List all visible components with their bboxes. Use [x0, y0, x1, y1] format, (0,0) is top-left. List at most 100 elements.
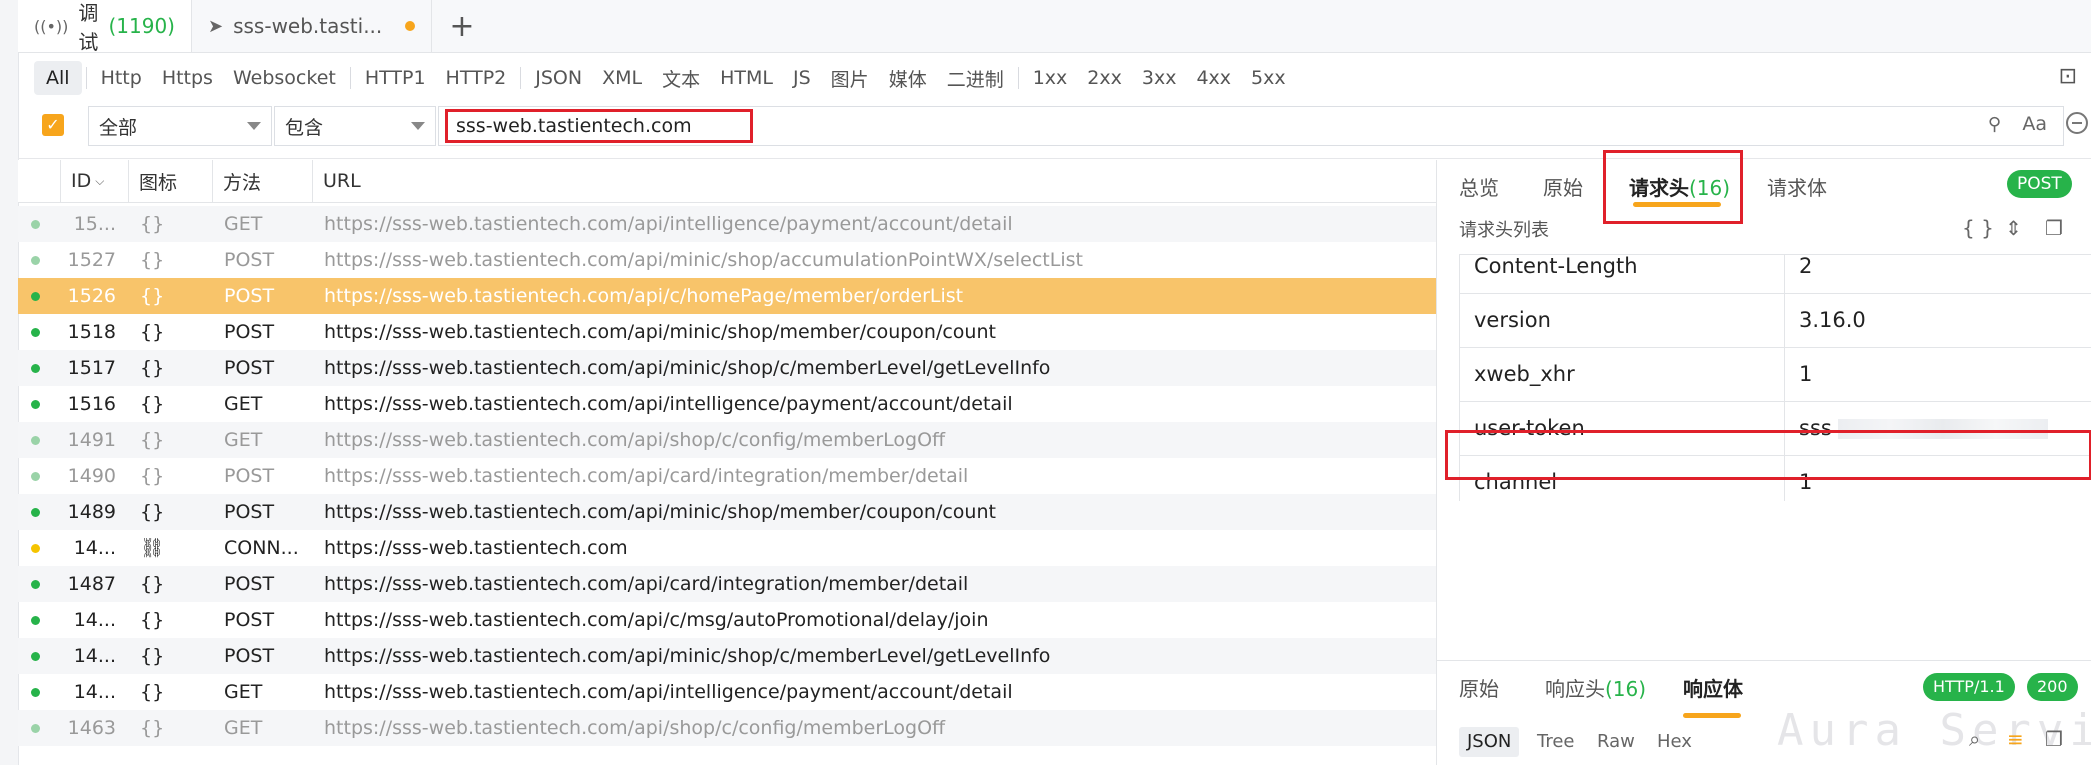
- format-tree[interactable]: Tree: [1537, 727, 1575, 757]
- filter-https[interactable]: Https: [152, 61, 223, 95]
- filter-1xx[interactable]: 1xx: [1023, 61, 1078, 95]
- filter-http2[interactable]: HTTP2: [436, 61, 517, 95]
- bookmark-icon[interactable]: ⊡: [2059, 64, 2077, 89]
- match-mode-select[interactable]: 包含: [274, 106, 436, 146]
- table-row[interactable]: 1526 {} POST https://sss-web.tastientech.co…: [18, 278, 1436, 314]
- row-method: GET: [224, 213, 263, 235]
- filter-3xx[interactable]: 3xx: [1132, 61, 1187, 95]
- status-dot: [31, 328, 40, 337]
- row-type-icon: {}: [140, 609, 165, 631]
- table-row[interactable]: 1490 {} POST https://sss-web.tastientech.co…: [18, 458, 1436, 494]
- tab-response-body[interactable]: 响应体: [1683, 673, 1743, 702]
- tab-response-raw[interactable]: 原始: [1459, 673, 1499, 702]
- tab-request-body[interactable]: 请求体: [1767, 170, 1827, 206]
- table-row[interactable]: 1489 {} POST https://sss-web.tastientech.co…: [18, 494, 1436, 530]
- search-input[interactable]: sss-web.tastientech.com ⚲ Aa: [438, 106, 2064, 146]
- expand-collapse-icon[interactable]: ⇕: [2005, 216, 2022, 240]
- column-url[interactable]: URL: [312, 160, 1436, 202]
- tab-response-headers[interactable]: 响应头(16): [1545, 673, 1646, 702]
- filter-4xx[interactable]: 4xx: [1186, 61, 1241, 95]
- table-row[interactable]: 1487 {} POST https://sss-web.tastientech.co…: [18, 566, 1436, 602]
- status-dot: [31, 508, 40, 517]
- table-row[interactable]: 1517 {} POST https://sss-web.tastientech.co…: [18, 350, 1436, 386]
- format-json[interactable]: JSON: [1459, 727, 1520, 757]
- left-gutter: [0, 0, 19, 765]
- table-row[interactable]: 14... {} POST https://sss-web.tastientech.c…: [18, 638, 1436, 674]
- response-section: 原始 响应头(16) 响应体 HTTP/1.1 200 JSON Tree Ra…: [1437, 660, 2091, 766]
- column-id[interactable]: ID ⌵: [60, 160, 128, 202]
- row-url: https://sss-web.tastientech.com/api/inte…: [324, 213, 1013, 235]
- filter-websocket[interactable]: Websocket: [223, 61, 346, 95]
- watermark: Aura Service: [1777, 705, 2091, 756]
- table-row[interactable]: 15... {} GET https://sss-web.tastientech.co…: [18, 206, 1436, 242]
- filter-enabled-checkbox[interactable]: ✓: [42, 114, 64, 136]
- copy-icon[interactable]: ❐: [2045, 216, 2063, 240]
- filter-http[interactable]: Http: [91, 61, 152, 95]
- regex-icon[interactable]: ⚲: [1988, 114, 2001, 135]
- row-method: POST: [224, 465, 275, 487]
- filter-2xx[interactable]: 2xx: [1077, 61, 1132, 95]
- filter-binary[interactable]: 二进制: [937, 61, 1014, 95]
- row-type-icon: {}: [140, 573, 165, 595]
- row-url: https://sss-web.tastientech.com: [324, 537, 628, 559]
- format-hex[interactable]: Hex: [1657, 727, 1692, 757]
- filter-media[interactable]: 媒体: [879, 61, 937, 95]
- table-row[interactable]: 1463 {} GET https://sss-web.tastientech.com…: [18, 710, 1436, 746]
- column-method[interactable]: 方法: [212, 160, 312, 202]
- filter-all[interactable]: All: [34, 61, 82, 95]
- column-icon[interactable]: 图标: [128, 160, 212, 202]
- filter-xml[interactable]: XML: [592, 61, 652, 95]
- row-type-icon: {}: [140, 249, 165, 271]
- row-id: 1526: [67, 285, 116, 307]
- braces-icon[interactable]: { }: [1962, 216, 1994, 240]
- search-row: ✓ 全部 包含 sss-web.tastientech.com ⚲ Aa: [18, 104, 2091, 159]
- chevron-down-icon: ⌵: [95, 173, 105, 188]
- filter-http1[interactable]: HTTP1: [355, 61, 436, 95]
- tab-bar: ((•)) 调试 (1190) ➤ sss-web.tasti... +: [18, 0, 2091, 54]
- search-icon[interactable]: ⌕: [1969, 727, 1980, 751]
- filter-json[interactable]: JSON: [525, 61, 592, 95]
- row-method: GET: [224, 681, 263, 703]
- row-url: https://sss-web.tastientech.com/api/mini…: [324, 249, 1083, 271]
- table-row[interactable]: 14... {} POST https://sss-web.tastientech.c…: [18, 602, 1436, 638]
- chevron-down-icon: [411, 122, 425, 130]
- match-mode-value: 包含: [285, 116, 324, 139]
- tab-overview[interactable]: 总览: [1459, 170, 1499, 206]
- filter-5xx[interactable]: 5xx: [1241, 61, 1296, 95]
- filter-js[interactable]: JS: [783, 61, 821, 95]
- broadcast-icon: ((•)): [34, 16, 69, 36]
- header-row[interactable]: Content-Length 2: [1459, 255, 2091, 294]
- row-type-icon: {}: [140, 357, 165, 379]
- filter-text[interactable]: 文本: [652, 61, 710, 95]
- filter-html[interactable]: HTML: [710, 61, 783, 95]
- tab-debug[interactable]: ((•)) 调试 (1190): [18, 0, 192, 54]
- filter-image[interactable]: 图片: [821, 61, 879, 95]
- unsaved-dot: [405, 21, 415, 31]
- header-row[interactable]: version 3.16.0: [1459, 293, 2091, 348]
- table-row[interactable]: 14... {} GET https://sss-web.tastientech.co…: [18, 674, 1436, 710]
- remove-filter-icon[interactable]: [2066, 112, 2088, 134]
- divider: [85, 67, 87, 89]
- row-type-icon: {}: [140, 429, 165, 451]
- header-row[interactable]: xweb_xhr 1: [1459, 347, 2091, 402]
- row-url: https://sss-web.tastientech.com/api/c/ho…: [324, 285, 964, 307]
- status-dot: [31, 220, 40, 229]
- send-icon: ➤: [208, 15, 224, 37]
- request-tabs: 总览 原始 请求头(16) 请求体 POST: [1437, 150, 2091, 224]
- copy-icon[interactable]: ❐: [2045, 727, 2063, 751]
- add-tab-button[interactable]: +: [442, 0, 482, 52]
- table-row[interactable]: 1516 {} GET https://sss-web.tastientech.com…: [18, 386, 1436, 422]
- table-row[interactable]: 14... ⛓ CONN... https://sss-web.tastientech…: [18, 530, 1436, 566]
- tab-sss-web[interactable]: ➤ sss-web.tasti...: [192, 0, 432, 52]
- status-dot: [31, 292, 40, 301]
- row-url: https://sss-web.tastientech.com/api/c/ms…: [324, 609, 989, 631]
- wrap-lines-icon[interactable]: ≡: [2007, 727, 2024, 751]
- tab-raw[interactable]: 原始: [1543, 170, 1583, 206]
- table-row[interactable]: 1518 {} POST https://sss-web.tastientech.co…: [18, 314, 1436, 350]
- format-raw[interactable]: Raw: [1597, 727, 1635, 757]
- scope-select[interactable]: 全部: [88, 106, 272, 146]
- row-id: 1518: [67, 321, 116, 343]
- table-row[interactable]: 1491 {} GET https://sss-web.tastientech.com…: [18, 422, 1436, 458]
- case-sensitive-toggle[interactable]: Aa: [2022, 113, 2047, 135]
- table-row[interactable]: 1527 {} POST https://sss-web.tastientech.co…: [18, 242, 1436, 278]
